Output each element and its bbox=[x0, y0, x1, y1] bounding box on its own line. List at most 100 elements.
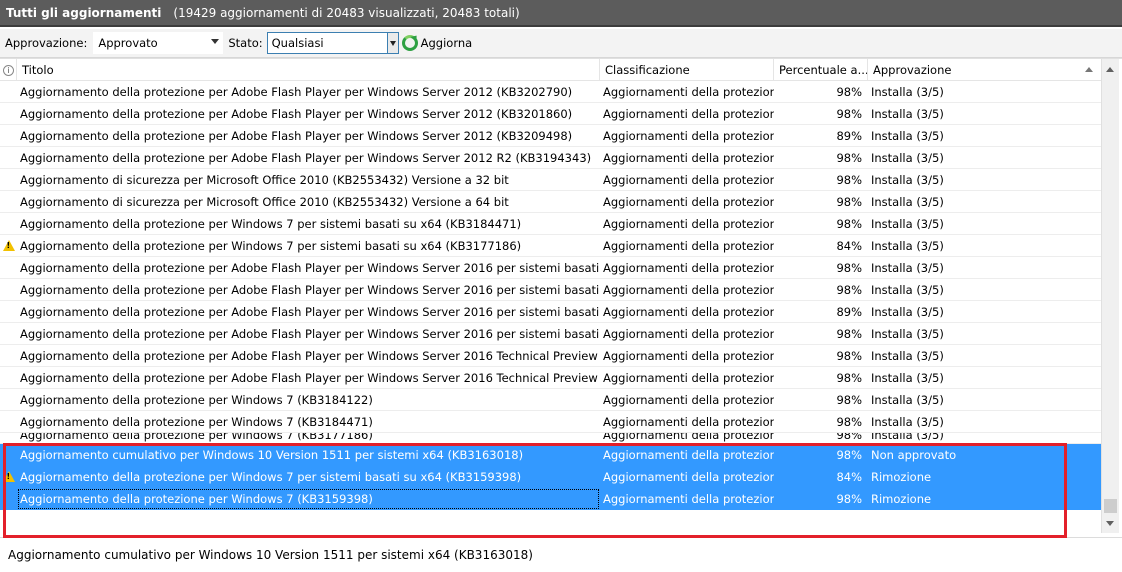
table-row[interactable]: Aggiornamento della protezione per Windo… bbox=[0, 466, 1101, 488]
approval-dropdown[interactable]: Approvato bbox=[93, 32, 224, 54]
row-status-cell bbox=[0, 147, 17, 169]
column-percent-label: Percentuale a... bbox=[779, 63, 868, 77]
warning-icon bbox=[2, 240, 15, 251]
column-header-title[interactable]: Titolo bbox=[17, 59, 600, 81]
table-row[interactable]: Aggiornamento della protezione per Adobe… bbox=[0, 301, 1101, 323]
cell-approval: Installa (3/5) bbox=[871, 392, 944, 407]
cell-classification: Aggiornamenti della protezione bbox=[603, 392, 774, 407]
table-row[interactable]: Aggiornamento della protezione per Adobe… bbox=[0, 345, 1101, 367]
cell-classification: Aggiornamenti della protezione bbox=[603, 469, 774, 484]
cell-percent: 98% bbox=[836, 260, 862, 275]
table-row[interactable]: Aggiornamento della protezione per Windo… bbox=[0, 213, 1101, 235]
status-value: Qualsiasi bbox=[271, 36, 324, 50]
cell-title: Aggiornamento della protezione per Adobe… bbox=[20, 304, 600, 319]
cell-approval: Installa (3/5) bbox=[871, 304, 944, 319]
cell-percent: 98% bbox=[836, 282, 862, 297]
cell-approval: Installa (3/5) bbox=[871, 348, 944, 363]
cell-percent: 98% bbox=[836, 150, 862, 165]
table-row[interactable]: Aggiornamento della protezione per Adobe… bbox=[0, 367, 1101, 389]
cell-percent: 89% bbox=[836, 128, 862, 143]
cell-percent: 98% bbox=[836, 370, 862, 385]
table-row[interactable]: Aggiornamento della protezione per Adobe… bbox=[0, 103, 1101, 125]
column-classification-label: Classificazione bbox=[605, 63, 690, 77]
cell-classification: Aggiornamenti della protezione bbox=[603, 128, 774, 143]
approval-value: Approvato bbox=[98, 36, 158, 50]
cell-classification: Aggiornamenti della protezione bbox=[603, 304, 774, 319]
cell-approval: Installa (3/5) bbox=[871, 433, 944, 442]
scroll-up-arrow-icon[interactable] bbox=[1102, 61, 1119, 78]
cell-classification: Aggiornamenti della protezione bbox=[603, 491, 774, 506]
chevron-down-icon bbox=[211, 39, 220, 44]
row-status-cell bbox=[0, 103, 17, 125]
column-header-classification[interactable]: Classificazione bbox=[600, 59, 774, 81]
cell-classification: Aggiornamenti della protezione bbox=[603, 370, 774, 385]
cell-approval: Installa (3/5) bbox=[871, 370, 944, 385]
cell-classification: Aggiornamenti della protezione bbox=[603, 194, 774, 209]
status-dropdown-button[interactable] bbox=[386, 32, 399, 54]
table-row[interactable]: Aggiornamento della protezione per Adobe… bbox=[0, 147, 1101, 169]
table-row[interactable]: Aggiornamento della protezione per Windo… bbox=[0, 235, 1101, 257]
cell-title: Aggiornamento cumulativo per Windows 10 … bbox=[20, 447, 524, 462]
column-header-percent[interactable]: Percentuale a... bbox=[774, 59, 868, 81]
cell-title: Aggiornamento della protezione per Windo… bbox=[20, 433, 373, 442]
table-row[interactable]: Aggiornamento della protezione per Windo… bbox=[0, 433, 1101, 444]
approval-label: Approvazione: bbox=[5, 36, 88, 50]
warning-icon bbox=[2, 471, 15, 482]
cell-approval: Installa (3/5) bbox=[871, 238, 944, 253]
cell-approval: Installa (3/5) bbox=[871, 326, 944, 341]
cell-classification: Aggiornamenti della protezione bbox=[603, 414, 774, 429]
cell-percent: 98% bbox=[836, 172, 862, 187]
cell-percent: 98% bbox=[836, 106, 862, 121]
column-header-approval[interactable]: Approvazione bbox=[868, 59, 1101, 81]
row-status-cell bbox=[0, 345, 17, 367]
table-row[interactable]: Aggiornamento della protezione per Adobe… bbox=[0, 257, 1101, 279]
scrollbar-thumb[interactable] bbox=[1104, 499, 1117, 513]
refresh-button[interactable]: Aggiorna bbox=[401, 35, 472, 51]
refresh-icon bbox=[401, 35, 418, 51]
column-header-info[interactable]: i bbox=[0, 59, 17, 81]
cell-approval: Installa (3/5) bbox=[871, 84, 944, 99]
cell-classification: Aggiornamenti della protezione bbox=[603, 150, 774, 165]
cell-percent: 98% bbox=[836, 447, 862, 462]
cell-percent: 98% bbox=[836, 414, 862, 429]
chevron-down-icon bbox=[389, 41, 396, 46]
pane-title: Tutti gli aggiornamenti bbox=[6, 5, 162, 20]
cell-classification: Aggiornamenti della protezione bbox=[603, 433, 774, 442]
scroll-down-arrow-icon[interactable] bbox=[1102, 515, 1119, 532]
cell-title: Aggiornamento della protezione per Windo… bbox=[20, 414, 373, 429]
selected-update-title: Aggiornamento cumulativo per Windows 10 … bbox=[8, 548, 533, 562]
cell-approval: Installa (3/5) bbox=[871, 172, 944, 187]
cell-percent: 98% bbox=[836, 348, 862, 363]
cell-title: Aggiornamento della protezione per Adobe… bbox=[20, 128, 573, 143]
table-row[interactable]: Aggiornamento cumulativo per Windows 10 … bbox=[0, 444, 1101, 466]
table-row[interactable]: Aggiornamento della protezione per Adobe… bbox=[0, 323, 1101, 345]
status-dropdown[interactable]: Qualsiasi bbox=[266, 32, 387, 54]
table-row[interactable]: Aggiornamento della protezione per Adobe… bbox=[0, 81, 1101, 103]
table-row[interactable]: Aggiornamento di sicurezza per Microsoft… bbox=[0, 191, 1101, 213]
cell-percent: 98% bbox=[836, 216, 862, 231]
cell-classification: Aggiornamenti della protezione bbox=[603, 238, 774, 253]
rows-container: Aggiornamento della protezione per Adobe… bbox=[0, 81, 1101, 526]
cell-percent: 98% bbox=[836, 433, 862, 442]
table-row[interactable]: Aggiornamento di sicurezza per Microsoft… bbox=[0, 169, 1101, 191]
row-status-cell bbox=[0, 466, 17, 488]
cell-percent: 84% bbox=[836, 238, 862, 253]
status-label: Stato: bbox=[228, 36, 263, 50]
cell-classification: Aggiornamenti della protezione bbox=[603, 348, 774, 363]
row-status-cell bbox=[0, 169, 17, 191]
cell-percent: 98% bbox=[836, 326, 862, 341]
cell-title: Aggiornamento della protezione per Adobe… bbox=[20, 260, 600, 275]
table-row[interactable]: Aggiornamento della protezione per Windo… bbox=[0, 488, 1101, 510]
vertical-scrollbar[interactable] bbox=[1101, 59, 1119, 533]
table-row[interactable]: Aggiornamento della protezione per Adobe… bbox=[0, 279, 1101, 301]
cell-approval: Installa (3/5) bbox=[871, 216, 944, 231]
cell-title: Aggiornamento della protezione per Windo… bbox=[17, 488, 600, 510]
table-row[interactable]: Aggiornamento della protezione per Windo… bbox=[0, 411, 1101, 433]
sort-ascending-icon bbox=[1085, 67, 1093, 72]
column-title-label: Titolo bbox=[22, 63, 54, 77]
row-status-cell bbox=[0, 213, 17, 235]
cell-percent: 98% bbox=[836, 84, 862, 99]
cell-classification: Aggiornamenti della protezione bbox=[603, 326, 774, 341]
table-row[interactable]: Aggiornamento della protezione per Windo… bbox=[0, 389, 1101, 411]
table-row[interactable]: Aggiornamento della protezione per Adobe… bbox=[0, 125, 1101, 147]
